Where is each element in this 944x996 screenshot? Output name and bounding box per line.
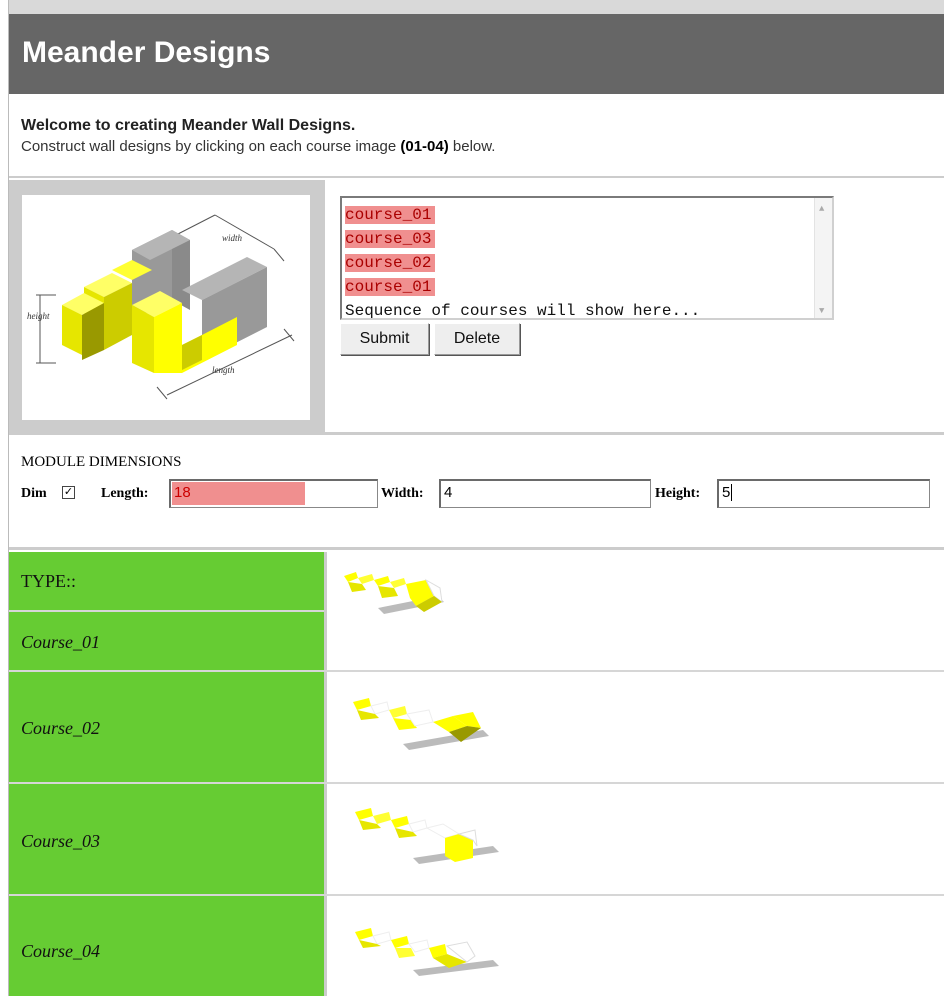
dim-label: Dim xyxy=(21,486,47,501)
course-01-image[interactable] xyxy=(344,566,454,622)
module-diagram: width height length xyxy=(22,195,310,420)
welcome-title: Welcome to creating Meander Wall Designs… xyxy=(21,117,356,134)
sequence-item: course_02 xyxy=(345,252,700,276)
course-label-01[interactable]: Course_01 xyxy=(9,612,324,670)
sequence-item: course_03 xyxy=(345,228,700,252)
width-value: 4 xyxy=(444,484,453,501)
height-label: height xyxy=(27,311,50,321)
desc-text: Construct wall designs by clicking on ea… xyxy=(21,138,401,155)
text-cursor xyxy=(731,484,733,501)
height-label: Height: xyxy=(655,486,701,501)
course-label-03[interactable]: Course_03 xyxy=(9,784,324,894)
length-label: length xyxy=(212,365,235,375)
length-value: 18 xyxy=(174,484,191,501)
module-diagram-cell: width height length xyxy=(9,180,325,432)
length-input[interactable]: 18 xyxy=(169,479,378,508)
course-label-04[interactable]: Course_04 xyxy=(9,896,324,996)
width-input[interactable]: 4 xyxy=(439,479,651,508)
welcome-section: Welcome to creating Meander Wall Designs… xyxy=(9,95,944,178)
desc-range: (01-04) xyxy=(400,138,449,155)
column-divider xyxy=(324,552,327,996)
course-04-image[interactable] xyxy=(349,924,499,986)
scroll-up-icon[interactable]: ▲ xyxy=(819,204,824,214)
course-02-image[interactable] xyxy=(349,692,499,760)
dim-checkbox[interactable]: ✓ xyxy=(62,486,75,499)
length-highlight xyxy=(172,482,305,505)
desc-end: below. xyxy=(448,138,496,155)
module-dimensions: MODULE DIMENSIONS Dim ✓ Length: 18 Width… xyxy=(9,437,944,550)
sequence-placeholder: Sequence of courses will show here... xyxy=(345,302,701,320)
course-label-02[interactable]: Course_02 xyxy=(9,672,324,782)
delete-button[interactable]: Delete xyxy=(434,323,520,355)
sequence-item: course_01 xyxy=(345,204,700,228)
width-label: Width: xyxy=(381,486,424,501)
length-label: Length: xyxy=(101,486,149,501)
page-header: Meander Designs xyxy=(9,14,944,94)
course-03-image[interactable] xyxy=(349,806,499,874)
design-section: width height length course_01 course_03 … xyxy=(9,180,944,435)
submit-button[interactable]: Submit xyxy=(340,323,429,355)
module-diagram-svg: width height length xyxy=(27,214,295,400)
scroll-down-icon[interactable]: ▼ xyxy=(819,306,824,316)
sequence-scrollbar[interactable]: ▲ ▼ xyxy=(814,198,832,318)
type-header: TYPE:: xyxy=(9,552,324,610)
width-label: width xyxy=(222,233,243,243)
welcome-description: Construct wall designs by clicking on ea… xyxy=(21,138,944,155)
page-title: Meander Designs xyxy=(22,36,271,69)
height-input[interactable]: 5 xyxy=(717,479,930,508)
page-frame: Meander Designs Welcome to creating Mean… xyxy=(8,0,944,996)
sequence-textarea[interactable]: course_01 course_03 course_02 course_01 … xyxy=(340,196,834,320)
course-types: TYPE:: Course_01 Course_02 Course_03 Cou… xyxy=(9,552,944,996)
height-value: 5 xyxy=(722,484,731,501)
dimensions-title: MODULE DIMENSIONS xyxy=(21,454,182,470)
sequence-item: course_01 xyxy=(345,276,700,300)
